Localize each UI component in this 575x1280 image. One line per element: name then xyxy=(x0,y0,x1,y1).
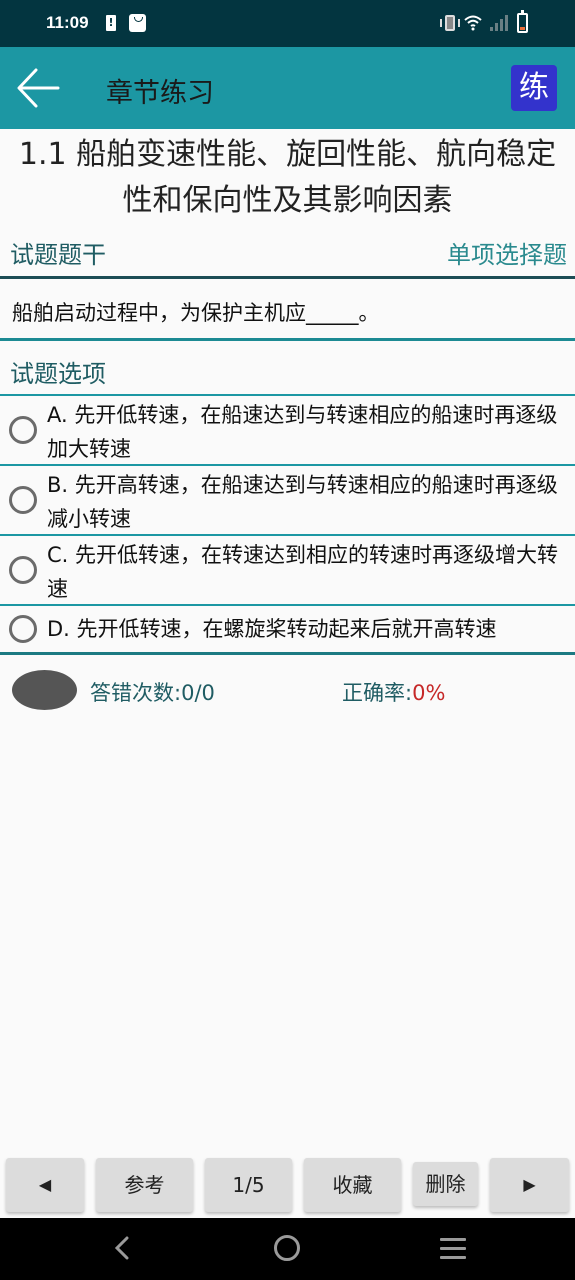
back-button[interactable] xyxy=(14,65,62,111)
divider xyxy=(0,276,575,279)
question-type-label: 单项选择题 xyxy=(447,241,567,269)
accuracy-value: 0% xyxy=(412,681,446,705)
option-a[interactable]: A. 先开低转速，在船速达到与转速相应的船速时再逐级加大转速 xyxy=(0,396,575,464)
favorite-button[interactable]: 收藏 xyxy=(304,1158,401,1212)
wrong-count-label: 答错次数: xyxy=(90,681,182,705)
system-nav-bar xyxy=(0,1218,575,1280)
accuracy-label: 正确率: xyxy=(342,681,413,705)
divider xyxy=(0,338,575,341)
radio-button[interactable] xyxy=(9,486,37,514)
options-label: 试题选项 xyxy=(10,360,106,388)
delete-button[interactable]: 删除 xyxy=(413,1162,478,1206)
option-text: B. 先开高转速，在船速达到与转速相应的船速时再逐级减小转速 xyxy=(47,473,558,531)
nav-recents-icon[interactable] xyxy=(440,1238,466,1260)
accuracy: 正确率:0% xyxy=(342,677,445,707)
arrow-left-icon xyxy=(17,68,60,108)
battery-alert-icon: ! xyxy=(106,15,116,31)
page-title: 章节练习 xyxy=(106,78,214,109)
prev-button[interactable]: ◀ xyxy=(6,1158,84,1212)
wifi-icon xyxy=(463,14,483,36)
nav-home-icon[interactable] xyxy=(274,1235,300,1261)
divider xyxy=(0,652,575,655)
status-bar: 11:09 ! xyxy=(0,0,575,47)
option-text: C. 先开低转速，在转速达到相应的转速时再逐级增大转速 xyxy=(47,543,559,601)
option-c[interactable]: C. 先开低转速，在转速达到相应的转速时再逐级增大转速 xyxy=(0,536,575,604)
stats-row: 答错次数:0/0 正确率:0% xyxy=(0,668,575,714)
page-indicator-button[interactable]: 1/5 xyxy=(205,1158,292,1212)
wrong-count: 答错次数:0/0 xyxy=(90,677,215,707)
radio-button[interactable] xyxy=(9,416,37,444)
option-text: A. 先开低转速，在船速达到与转速相应的船速时再逐级加大转速 xyxy=(47,403,558,461)
option-d[interactable]: D. 先开低转速，在螺旋桨转动起来后就开高转速 xyxy=(0,606,575,652)
vibrate-icon xyxy=(440,15,460,31)
status-time: 11:09 xyxy=(46,13,89,32)
next-button[interactable]: ▶ xyxy=(490,1158,569,1212)
answer-status-indicator xyxy=(12,670,77,710)
chapter-title: 1.1 船舶变速性能、旋回性能、航向稳定性和保向性及其影响因素 xyxy=(18,137,557,218)
reference-button[interactable]: 参考 xyxy=(96,1158,193,1212)
signal-icon xyxy=(490,14,508,31)
radio-button[interactable] xyxy=(9,615,37,643)
question-stem-label: 试题题干 xyxy=(10,241,106,269)
app-bar: 章节练习 练 xyxy=(0,47,575,129)
nav-back-icon[interactable] xyxy=(110,1235,136,1261)
practice-mode-badge[interactable]: 练 xyxy=(511,65,557,111)
battery-low-icon xyxy=(517,10,528,33)
question-text: 船舶启动过程中，为保护主机应_____。 xyxy=(12,301,380,325)
shopping-bag-icon xyxy=(129,14,146,32)
option-text: D. 先开低转速，在螺旋桨转动起来后就开高转速 xyxy=(47,617,497,641)
option-b[interactable]: B. 先开高转速，在船速达到与转速相应的船速时再逐级减小转速 xyxy=(0,466,575,534)
wrong-count-value: 0/0 xyxy=(181,681,215,705)
radio-button[interactable] xyxy=(9,556,37,584)
